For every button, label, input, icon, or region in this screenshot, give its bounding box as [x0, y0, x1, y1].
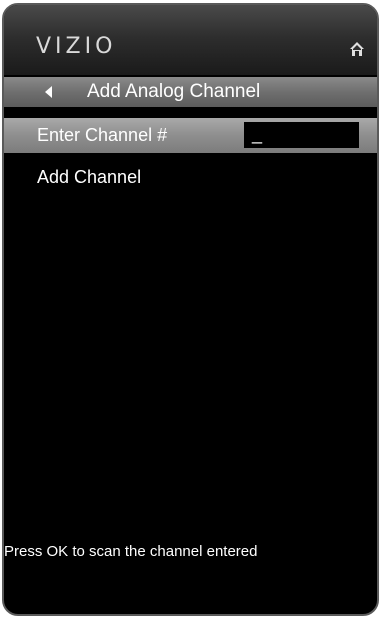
channel-number-input[interactable]: _: [244, 122, 359, 148]
brand-logo: VIZIO: [36, 34, 117, 59]
menu-header: VIZIO: [4, 5, 377, 75]
back-arrow-icon[interactable]: [44, 86, 54, 98]
menu-item-add-channel[interactable]: Add Channel: [4, 163, 377, 191]
tv-menu-panel: VIZIO Add Analog Channel Enter Channel #…: [2, 3, 379, 616]
page-title: Add Analog Channel: [87, 81, 261, 102]
help-text: Press OK to scan the channel entered: [4, 543, 258, 560]
home-icon[interactable]: [349, 41, 365, 57]
menu-item-label: Add Channel: [37, 167, 142, 187]
breadcrumb-bar: Add Analog Channel: [4, 77, 377, 107]
menu-item-label: Enter Channel #: [37, 125, 168, 145]
menu-item-enter-channel[interactable]: Enter Channel # _: [4, 118, 377, 153]
